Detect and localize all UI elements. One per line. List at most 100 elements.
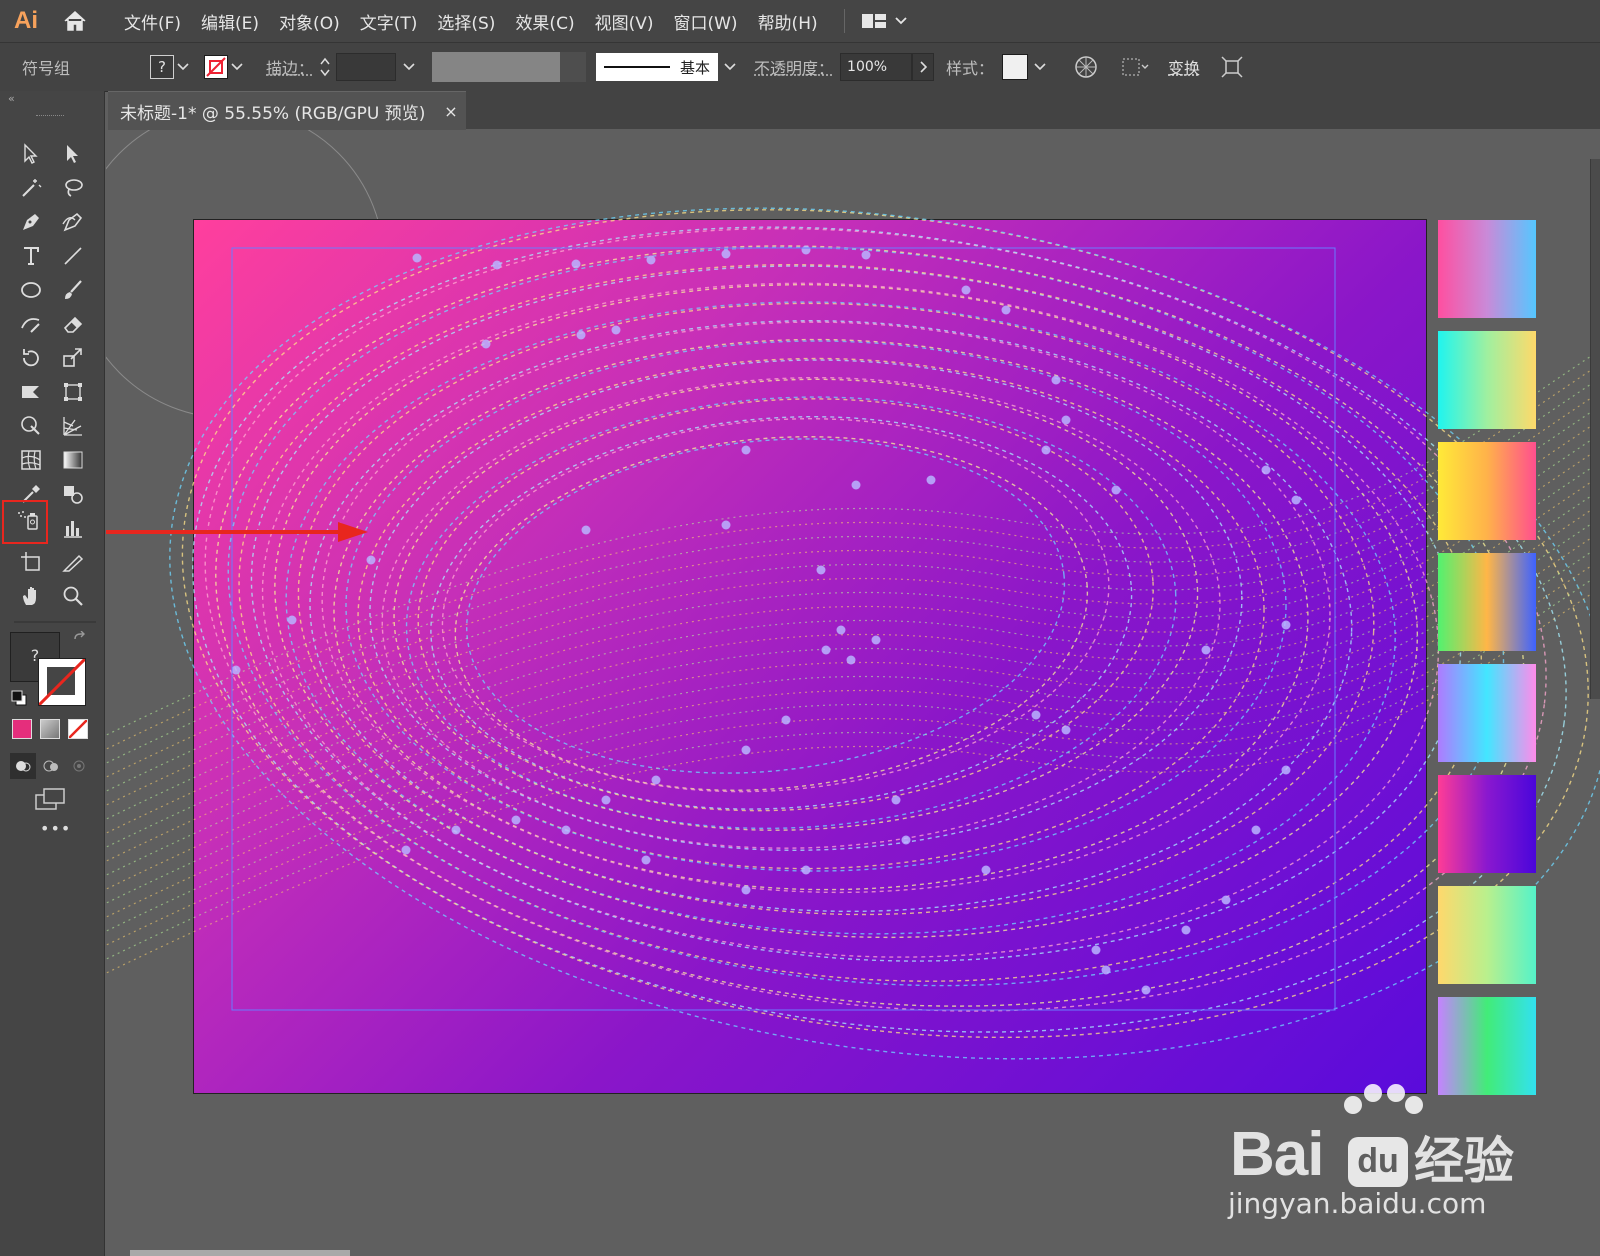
paintbrush-tool-icon[interactable]	[56, 273, 90, 307]
isolate-icon[interactable]	[1212, 55, 1252, 79]
gradient-swatch[interactable]	[1438, 997, 1536, 1095]
chevron-right-icon[interactable]	[912, 53, 935, 81]
lasso-tool-icon[interactable]	[56, 171, 90, 205]
opacity-label[interactable]: 不透明度：	[754, 55, 834, 79]
artboard-tool-icon[interactable]	[14, 545, 48, 579]
column-graph-tool-icon[interactable]	[56, 511, 90, 545]
line-segment-tool-icon[interactable]	[56, 239, 90, 273]
collapse-panel-icon[interactable]: «	[0, 91, 104, 113]
gradient-swatch[interactable]	[1438, 553, 1536, 651]
chevron-down-icon[interactable]	[718, 63, 742, 71]
watermark-url: jingyan.baidu.com	[1228, 1187, 1487, 1220]
menu-window[interactable]: 窗口(W)	[673, 9, 737, 34]
ellipse-tool-icon[interactable]	[14, 273, 48, 307]
drawing-modes	[10, 753, 92, 779]
chevron-down-icon	[894, 17, 907, 25]
curvature-tool-icon[interactable]	[56, 205, 90, 239]
menu-view[interactable]: 视图(V)	[595, 9, 654, 34]
selection-tool-icon[interactable]	[14, 137, 48, 171]
shaper-tool-icon[interactable]	[14, 307, 48, 341]
variable-width-profile[interactable]	[432, 52, 561, 82]
brush-definition[interactable]: 基本	[596, 53, 719, 81]
menu-file[interactable]: 文件(F)	[124, 9, 181, 34]
menu-divider	[843, 9, 845, 33]
width-tool-icon[interactable]	[14, 375, 48, 409]
screen-mode-icon[interactable]	[34, 787, 68, 815]
zoom-tool-icon[interactable]	[56, 579, 90, 613]
gradient-mode-icon[interactable]	[40, 719, 60, 739]
recolor-artwork-icon[interactable]	[1066, 55, 1106, 79]
draw-normal-icon[interactable]	[10, 753, 36, 779]
menu-bar: Ai 文件(F) 编辑(E) 对象(O) 文字(T) 选择(S) 效果(C) 视…	[0, 0, 1600, 43]
stroke-none-swatch[interactable]	[204, 55, 228, 79]
perspective-grid-tool-icon[interactable]	[56, 409, 90, 443]
chevron-down-icon[interactable]	[1028, 63, 1052, 71]
draw-inside-icon[interactable]	[66, 753, 92, 779]
stroke-control[interactable]	[204, 55, 246, 79]
chevron-down-icon[interactable]	[396, 63, 422, 71]
free-transform-tool-icon[interactable]	[56, 375, 90, 409]
eraser-tool-icon[interactable]	[56, 307, 90, 341]
swap-fill-stroke-icon[interactable]	[72, 630, 90, 653]
gradient-swatch[interactable]	[1438, 664, 1536, 762]
chevron-down-icon[interactable]	[228, 63, 246, 71]
document-tab[interactable]: 未标题-1* @ 55.55% (RGB/GPU 预览) ×	[108, 91, 466, 130]
mesh-tool-icon[interactable]	[14, 443, 48, 477]
gradient-swatch[interactable]	[1438, 442, 1536, 540]
color-mode-icon[interactable]	[12, 719, 32, 739]
align-icon[interactable]	[1114, 57, 1158, 77]
fill-swatch[interactable]: ?	[150, 55, 174, 79]
tab-strip	[466, 91, 1600, 129]
shape-builder-tool-icon[interactable]	[14, 409, 48, 443]
hand-tool-icon[interactable]	[14, 579, 48, 613]
watermark-brand-cn: 经验	[1414, 1132, 1514, 1190]
gradient-tool-icon[interactable]	[56, 443, 90, 477]
none-mode-icon[interactable]	[68, 719, 88, 739]
menu-help[interactable]: 帮助(H)	[758, 9, 818, 34]
draw-behind-icon[interactable]	[38, 753, 64, 779]
menu-select[interactable]: 选择(S)	[437, 9, 495, 34]
stroke-label[interactable]: 描边：	[266, 55, 314, 79]
panel-grip[interactable]	[36, 115, 64, 118]
stroke-weight-input[interactable]	[336, 53, 397, 81]
profile-dropdown[interactable]	[560, 52, 587, 82]
vertical-scrollbar[interactable]	[1590, 159, 1600, 699]
workspace-layout-icon	[861, 14, 886, 28]
type-tool-icon[interactable]	[14, 239, 48, 273]
rotate-tool-icon[interactable]	[14, 341, 48, 375]
slice-tool-icon[interactable]	[56, 545, 90, 579]
menu-edit[interactable]: 编辑(E)	[201, 9, 259, 34]
menu-type[interactable]: 文字(T)	[360, 9, 418, 34]
document-tab-title: 未标题-1* @ 55.55% (RGB/GPU 预览)	[120, 103, 426, 124]
gradient-swatch[interactable]	[1438, 331, 1536, 429]
workspace-switcher[interactable]	[861, 12, 907, 30]
chevron-down-icon[interactable]	[174, 63, 192, 71]
scale-tool-icon[interactable]	[56, 341, 90, 375]
close-tab-button[interactable]: ×	[436, 102, 466, 121]
gradient-swatch[interactable]	[1438, 775, 1536, 873]
fill-control[interactable]: ?	[150, 55, 192, 79]
menu-object[interactable]: 对象(O)	[279, 9, 340, 34]
gradient-swatch[interactable]	[1438, 886, 1536, 984]
selection-context-label: 符号组	[22, 59, 71, 78]
default-fill-stroke-icon[interactable]	[10, 689, 28, 711]
direct-selection-tool-icon[interactable]	[56, 137, 90, 171]
menu-effect[interactable]: 效果(C)	[515, 9, 574, 34]
blend-tool-icon[interactable]	[56, 477, 90, 511]
pen-tool-icon[interactable]	[14, 205, 48, 239]
home-icon[interactable]	[52, 0, 98, 42]
brush-stroke-preview	[604, 66, 671, 68]
stroke-color-box[interactable]	[38, 658, 86, 706]
menu-items: 文件(F) 编辑(E) 对象(O) 文字(T) 选择(S) 效果(C) 视图(V…	[124, 9, 838, 34]
horizontal-scrollbar[interactable]	[130, 1250, 350, 1256]
active-tool-highlight	[2, 500, 48, 544]
opacity-input[interactable]: 100%	[840, 53, 913, 81]
gradient-swatch[interactable]	[1438, 220, 1536, 318]
watermark: Bai du 经验 jingyan.baidu.com	[1218, 1083, 1518, 1223]
style-label: 样式：	[946, 59, 995, 78]
magic-wand-tool-icon[interactable]	[14, 171, 48, 205]
transform-label[interactable]: 变换	[1168, 55, 1200, 79]
stepper-icon[interactable]	[314, 52, 336, 82]
edit-toolbar-button[interactable]: •••	[40, 819, 71, 838]
graphic-style-swatch[interactable]	[1002, 54, 1029, 80]
